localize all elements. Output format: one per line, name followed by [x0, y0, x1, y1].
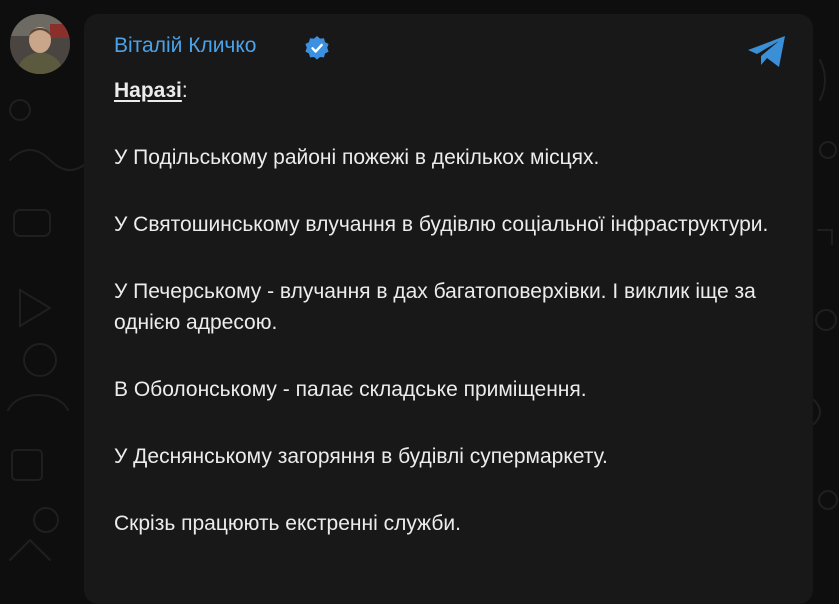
message-paragraph: В Оболонському - палає складське приміще… [114, 378, 587, 401]
message-paragraph: У Деснянському загоряння в будівлі супер… [114, 445, 608, 468]
avatar[interactable] [10, 14, 70, 74]
message-paragraph: У Святошинському влучання в будівлю соці… [114, 213, 769, 236]
message-heading: Наразі: [114, 75, 794, 106]
telegram-paper-plane-icon[interactable] [746, 34, 788, 70]
heading-underlined: Наразі [114, 79, 182, 102]
message-paragraph: У Печерському - влучання в дах багатопов… [114, 280, 756, 334]
verified-badge-icon [305, 36, 329, 60]
message-paragraph: Скрізь працюють екстренні служби. [114, 512, 461, 535]
message-text: Наразі: У Подільському районі пожежі в д… [114, 75, 794, 575]
message-paragraph: У Подільському районі пожежі в декількох… [114, 146, 600, 169]
sender-name[interactable]: Віталій Кличко [114, 34, 256, 58]
heading-colon: : [181, 79, 188, 102]
message-bubble: Віталій Кличко Наразі: У Подільському ра… [84, 14, 813, 604]
